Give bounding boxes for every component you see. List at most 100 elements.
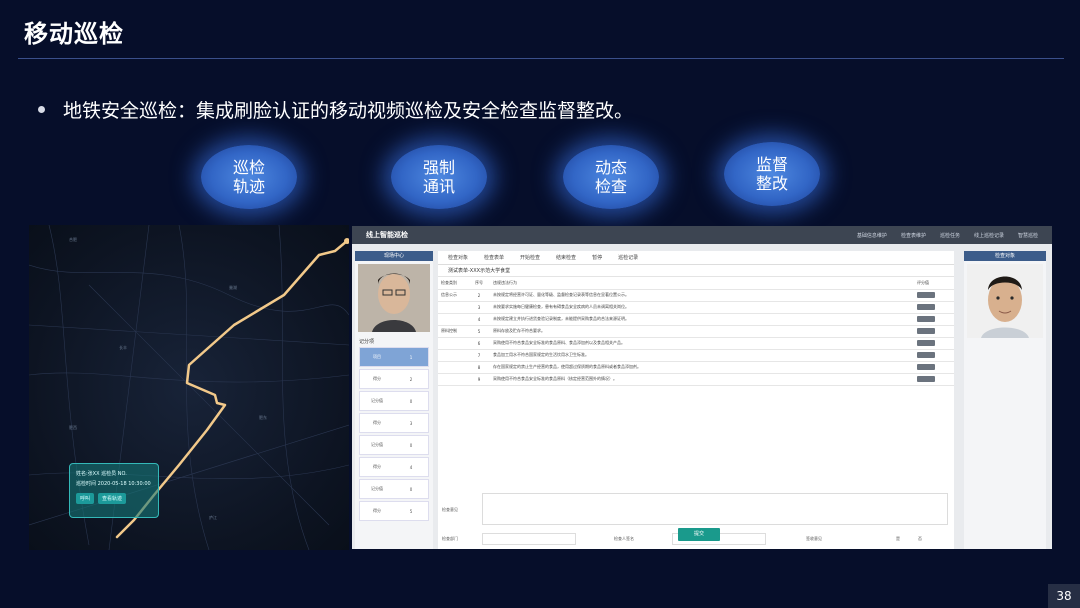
score-select[interactable] [917, 327, 935, 334]
view-track-button[interactable]: 查看轨迹 [98, 493, 127, 504]
row-category [438, 313, 468, 326]
row-text: 未按要求实施每日健康检查，患有有碍食品安全疾病的人员未调离相关岗位。 [490, 301, 914, 314]
row-category [438, 349, 468, 362]
app-brand: 线上智能巡检 [366, 231, 408, 239]
inspection-app: 线上智能巡检 基础信息维护 检查表维护 巡检任务 线上巡检记录 智慧巡检 现场中… [352, 226, 1052, 549]
checklist-table: 检查类别 序号 违规违法行为 评分值 信息公示 2 未按规定将经营许可证、量化等级、… [438, 277, 954, 386]
dept-input[interactable] [482, 533, 576, 545]
table-row: 3 未按要求实施每日健康检查，患有有碍食品安全疾病的人员未调离相关岗位。 [438, 301, 954, 314]
record-value: 1 [409, 354, 413, 360]
inspector-panel: 现场中心 记分项 项目 1 得分 2 记分值 0 得分 3 记分值 0 得分 4 记分值 0 … [355, 251, 433, 549]
dept-label: 检查部门 [442, 536, 458, 541]
record-row[interactable]: 得分 5 [359, 501, 429, 521]
submit-button[interactable]: 提交 [678, 528, 720, 541]
nav-item[interactable]: 基础信息维护 [857, 232, 887, 239]
title-divider [18, 58, 1064, 59]
nav-item[interactable]: 线上巡检记录 [974, 232, 1004, 239]
record-row[interactable]: 记分值 0 [359, 391, 429, 411]
record-key: 项目 [373, 354, 381, 359]
score-select[interactable] [917, 339, 935, 346]
map-place: 肥东 [259, 415, 267, 420]
row-category [438, 337, 468, 350]
feature-bubble-track: 巡检 轨迹 [201, 145, 297, 209]
record-value: 4 [409, 464, 413, 470]
score-select[interactable] [917, 291, 935, 298]
row-number: 9 [468, 373, 490, 386]
feature-bubble-supervise: 监督 整改 [724, 142, 820, 206]
table-row: 原料控制 5 原料存放及贮存不符合要求。 [438, 325, 954, 338]
bullet-dot [38, 106, 45, 113]
table-row: 8 存在国家规定的禁止生产经营的食品，使用超过保质期的食品原料或者食品添加剂。 [438, 361, 954, 374]
record-key: 得分 [373, 420, 381, 425]
row-category [438, 361, 468, 374]
table-row: 7 食品加工用水不符合国家规定的生活饮用水卫生标准。 [438, 349, 954, 362]
row-number: 3 [468, 301, 490, 314]
header-cell: 检查类别 [438, 277, 468, 290]
remark-input[interactable] [482, 493, 948, 525]
inspection-map[interactable]: 合肥 巢湖 长丰 肥东 肥西 庐江 姓名:张XX 巡检员 NO. 巡检时间 20… [29, 225, 349, 550]
record-row[interactable]: 得分 2 [359, 369, 429, 389]
row-category: 原料控制 [438, 325, 468, 338]
row-text: 食品加工用水不符合国家规定的生活饮用水卫生标准。 [490, 349, 914, 362]
remark-label: 检查意见 [442, 507, 458, 512]
header-cell: 序号 [468, 277, 490, 290]
feature-label: 巡检 轨迹 [232, 158, 265, 196]
row-number: 4 [468, 313, 490, 326]
record-value: 0 [409, 398, 413, 404]
inspector-photo [358, 264, 430, 332]
feature-label: 监督 整改 [755, 155, 788, 193]
record-value: 5 [409, 508, 413, 514]
score-select[interactable] [917, 303, 935, 310]
row-number: 8 [468, 361, 490, 374]
toolbar-item[interactable]: 检查表单 [484, 254, 504, 261]
score-select[interactable] [917, 363, 935, 370]
record-row[interactable]: 记分值 0 [359, 479, 429, 499]
popup-time: 巡检时间 2020-05-18 10:30:00 [76, 481, 151, 487]
record-key: 得分 [373, 508, 381, 513]
record-value: 0 [409, 486, 413, 492]
form-title: 测试表单-XXX示范大学食堂 [438, 265, 954, 277]
map-place: 合肥 [69, 237, 77, 242]
record-row[interactable]: 得分 4 [359, 457, 429, 477]
row-category [438, 301, 468, 314]
page-number: 38 [1048, 584, 1080, 608]
call-button[interactable]: 呼叫 [76, 493, 95, 504]
form-toolbar: 检查对象 检查表单 开始检查 结束检查 暂停 巡检记录 [438, 251, 954, 265]
no-option[interactable]: 否 [918, 536, 922, 542]
row-text: 采购使用不符合食品安全标准的食品原料、食品添加剂以及食品相关产品。 [490, 337, 914, 350]
record-key: 记分值 [371, 442, 383, 447]
score-select[interactable] [917, 315, 935, 322]
target-panel: 检查对象 [964, 251, 1046, 549]
record-value: 2 [409, 376, 413, 382]
nav-item[interactable]: 巡检任务 [940, 232, 960, 239]
score-select[interactable] [917, 351, 935, 358]
nav-item[interactable]: 检查表维护 [901, 232, 926, 239]
map-place: 肥西 [69, 425, 77, 430]
toolbar-item[interactable]: 检查对象 [448, 254, 468, 261]
feature-bubble-comm: 强制 通讯 [391, 145, 487, 209]
row-number: 2 [468, 289, 490, 302]
record-row[interactable]: 记分值 0 [359, 435, 429, 455]
table-row: 6 采购使用不符合食品安全标准的食品原料、食品添加剂以及食品相关产品。 [438, 337, 954, 350]
score-select[interactable] [917, 375, 935, 382]
nav-item[interactable]: 智慧巡检 [1018, 232, 1038, 239]
toolbar-item[interactable]: 巡检记录 [618, 254, 638, 261]
receipt-label: 签收意见 [806, 536, 822, 541]
header-cell: 违规违法行为 [490, 277, 914, 290]
record-row[interactable]: 得分 3 [359, 413, 429, 433]
yes-option[interactable]: 是 [896, 536, 900, 542]
row-number: 7 [468, 349, 490, 362]
toolbar-item[interactable]: 结束检查 [556, 254, 576, 261]
target-panel-head: 检查对象 [964, 251, 1046, 261]
row-text: 采购使用不符合食品安全标准的食品原料（核定经营范围外的情况）。 [490, 373, 914, 386]
row-category [438, 373, 468, 386]
table-row: 9 采购使用不符合食品安全标准的食品原料（核定经营范围外的情况）。 [438, 373, 954, 386]
record-row[interactable]: 项目 1 [359, 347, 429, 367]
app-header: 线上智能巡检 基础信息维护 检查表维护 巡检任务 线上巡检记录 智慧巡检 [352, 226, 1052, 244]
toolbar-item[interactable]: 暂停 [592, 254, 602, 261]
toolbar-item[interactable]: 开始检查 [520, 254, 540, 261]
record-key: 得分 [373, 464, 381, 469]
inspector-label: 检查人签名 [614, 536, 634, 541]
face-image [967, 264, 1043, 338]
row-number: 6 [468, 337, 490, 350]
